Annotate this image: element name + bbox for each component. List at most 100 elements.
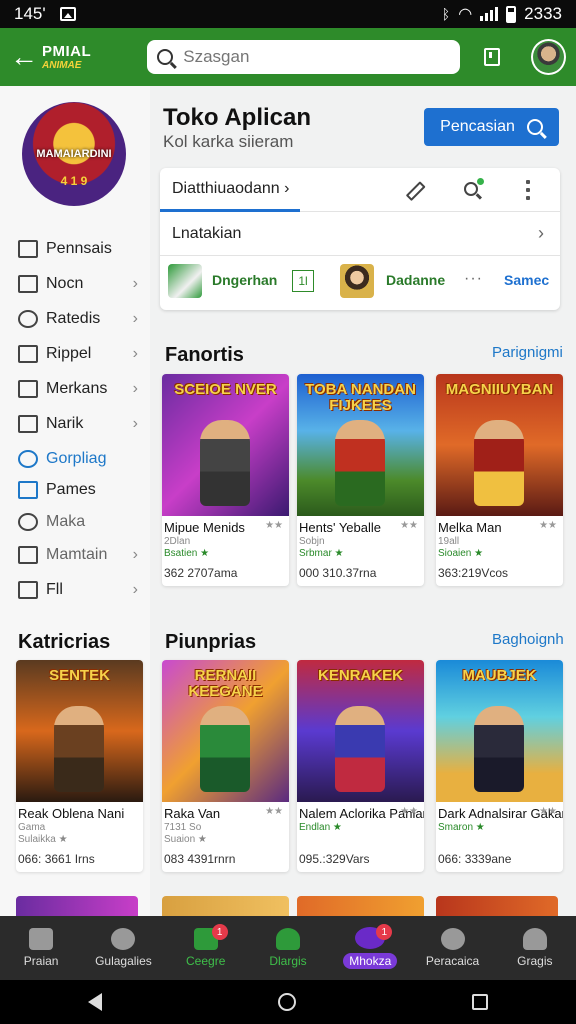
- card-list-row[interactable]: Lnatakian ›: [160, 212, 560, 256]
- notification-badge: 1: [376, 924, 393, 940]
- game-card-peek[interactable]: [16, 896, 138, 916]
- game-card-peek[interactable]: [162, 896, 289, 916]
- user-thumb[interactable]: [340, 264, 374, 298]
- featured-game-logo[interactable]: MAMAIARDINI 4 1 9: [22, 102, 126, 206]
- gamepad-icon: [18, 481, 38, 499]
- game-card[interactable]: TOBA NANDAN FIJKEES Hents' Yeballe ★★ So…: [297, 374, 424, 586]
- sidebar-item-fll[interactable]: Fll ›: [18, 575, 138, 605]
- game-meta: Suaion ★: [164, 834, 207, 845]
- system-back-icon[interactable]: [88, 993, 102, 1011]
- nav-categories[interactable]: Gulagalies: [82, 916, 164, 980]
- nav-messages[interactable]: 1 Mhokza: [329, 916, 411, 980]
- game-name: Raka Van: [164, 806, 221, 821]
- user-avatar[interactable]: [530, 39, 566, 75]
- section-link-popular[interactable]: Baghoignh: [492, 631, 564, 648]
- rating-stars: ★★: [400, 520, 418, 531]
- game-subtitle: 2Dlan: [164, 536, 191, 547]
- game-card[interactable]: RERNAII KEEGANE Raka Van ★★ 7131 So Suai…: [162, 660, 289, 872]
- system-recents-icon[interactable]: [472, 994, 488, 1010]
- nav-search[interactable]: Peracaica: [411, 916, 493, 980]
- pencil-icon[interactable]: [402, 176, 427, 201]
- leaf-icon: [275, 928, 300, 950]
- logo-title: PMIAL: [42, 43, 92, 60]
- chevron-right-icon: ›: [132, 415, 138, 432]
- cover-title: SCEIOE NVER: [174, 381, 277, 398]
- notification-badge: 1: [211, 924, 228, 940]
- more-vertical-icon[interactable]: [526, 180, 532, 200]
- game-card-peek[interactable]: [436, 896, 558, 916]
- nav-label: Peracaica: [425, 954, 480, 968]
- more-horizontal-icon[interactable]: ···: [464, 270, 483, 288]
- sidebar-item-merkans[interactable]: Merkans ›: [18, 374, 138, 404]
- character-art: [474, 420, 524, 506]
- search-bar[interactable]: [147, 40, 461, 74]
- nav-games[interactable]: 1 Ceegre: [165, 916, 247, 980]
- sidebar-item-label: Narik: [46, 415, 84, 432]
- game-stat: 362 2707ama: [164, 566, 238, 580]
- calendar-icon: [18, 380, 38, 398]
- user-label[interactable]: Dadanne: [386, 272, 445, 288]
- game-card[interactable]: MAUBJEK Dark Adnalsirar Gakan ★★ Smaron …: [436, 660, 563, 872]
- game-cover: TOBA NANDAN FIJKEES: [297, 374, 424, 516]
- file-icon: [18, 581, 38, 599]
- game-subtitle: Sobjn: [299, 536, 325, 547]
- window-icon: [18, 275, 38, 293]
- sidebar-item-label: Fll: [46, 581, 63, 598]
- bookmark-button[interactable]: [476, 40, 509, 74]
- nav-label: Dlargis: [269, 954, 307, 968]
- status-right-time: 2333: [524, 4, 562, 23]
- sidebar-item-narik[interactable]: Narik ›: [18, 409, 138, 439]
- chevron-right-icon: ›: [132, 310, 138, 327]
- game-card[interactable]: SCEIOE NVER Mipue Menids ★★ 2Dlan Bsatie…: [162, 374, 289, 586]
- nav-label: Gragis: [517, 954, 553, 968]
- game-card[interactable]: SENTEK Reak Oblena Nani Gama Sulaikka ★ …: [16, 660, 143, 872]
- game-name: Melka Man: [438, 520, 502, 535]
- sidebar-item-nocn[interactable]: Nocn ›: [18, 269, 138, 299]
- nav-trending[interactable]: Dlargis: [247, 916, 329, 980]
- sidebar-item-rippel[interactable]: Rippel ›: [18, 339, 138, 369]
- system-navigation-bar: [0, 980, 576, 1024]
- game-card[interactable]: MAGNIIUYBAN Melka Man ★★ 19all Sioaien ★…: [436, 374, 563, 586]
- card-row-label: Lnatakian: [172, 225, 242, 242]
- page-subtitle: Kol karka siieram: [163, 132, 294, 151]
- character-art: [200, 420, 250, 506]
- game-card-peek[interactable]: [297, 896, 424, 916]
- sidebar-item-gorpliag[interactable]: Gorpliag: [18, 444, 138, 474]
- game-meta: Sulaikka ★: [18, 834, 68, 845]
- cover-title: SENTEK: [49, 667, 110, 684]
- see-all-link[interactable]: Samec: [504, 272, 549, 288]
- rating-stars: ★★: [539, 520, 557, 531]
- back-arrow-icon[interactable]: ←: [10, 41, 38, 73]
- cover-title: MAUBJEK: [462, 667, 537, 684]
- game-stat: 363:219Vcos: [438, 566, 509, 580]
- nav-home[interactable]: Praian: [0, 916, 82, 980]
- sidebar-item-label: Rippel: [46, 345, 92, 362]
- tab-active[interactable]: Diatthiuaodann ›: [172, 180, 289, 198]
- user-label[interactable]: Dngerhan: [212, 272, 277, 288]
- sidebar-item-label: Maka: [46, 513, 86, 530]
- sidebar-item-pennsais[interactable]: Pennsais: [18, 234, 138, 264]
- sidebar-item-mamtain[interactable]: Mamtain ›: [18, 540, 138, 570]
- page-title: Toko Aplican: [163, 104, 312, 131]
- game-subtitle: 7131 So: [164, 822, 202, 833]
- section-link-favorites[interactable]: Parignigmi: [492, 344, 563, 361]
- game-card[interactable]: KENRAKEK Nalem Aclorika Panian ★★ Endlan…: [297, 660, 424, 872]
- search-button[interactable]: Pencasian: [424, 108, 559, 146]
- bookmark-icon: [484, 48, 501, 66]
- search-input[interactable]: [183, 47, 444, 67]
- sidebar-item-pames[interactable]: Pames: [18, 475, 138, 505]
- sidebar-item-ratedis[interactable]: Ratedis ›: [18, 304, 138, 334]
- system-home-icon[interactable]: [278, 993, 296, 1011]
- sidebar-item-maka[interactable]: Maka: [18, 507, 138, 537]
- logo-subtitle: ANIMAE: [42, 60, 82, 71]
- user-thumb[interactable]: [168, 264, 202, 298]
- search-notification-icon[interactable]: [464, 178, 484, 196]
- bluetooth-icon: ᛒ: [441, 6, 451, 22]
- game-meta: Srbmar ★: [299, 548, 344, 559]
- search-icon: [440, 928, 465, 950]
- app-header: ← PMIAL ANIMAE: [0, 28, 576, 86]
- sidebar-item-label: Mamtain: [46, 546, 108, 563]
- nav-profile[interactable]: Gragis: [494, 916, 576, 980]
- app-logo[interactable]: PMIAL ANIMAE: [42, 35, 129, 79]
- character-art: [335, 420, 385, 506]
